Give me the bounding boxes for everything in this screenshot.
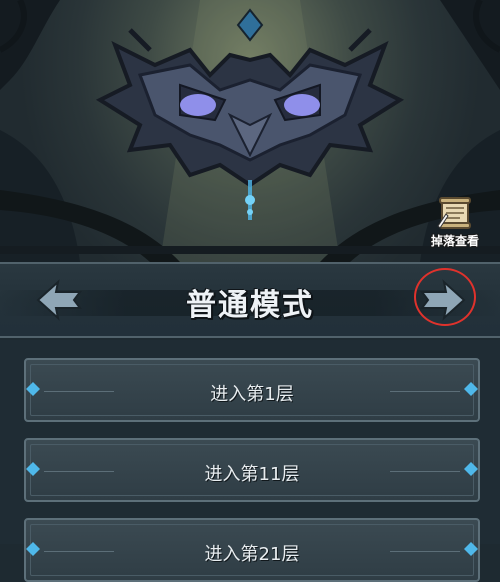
boss-scene: 掉落查看	[0, 0, 500, 262]
scroll-icon	[437, 197, 471, 229]
enter-floor-21-button[interactable]: 进入第21层	[24, 518, 480, 582]
enter-floor-11-button[interactable]: 进入第11层	[24, 438, 480, 502]
floor-label: 进入第11层	[204, 464, 300, 485]
boss-helmet	[95, 8, 405, 188]
enter-floor-1-button[interactable]: 进入第1层	[24, 358, 480, 422]
loot-view-label: 掉落查看	[430, 234, 479, 248]
floor-label: 进入第1层	[210, 384, 294, 405]
loot-view-button[interactable]: 掉落查看	[422, 196, 488, 252]
highlight-ring	[414, 268, 476, 326]
floor-list: 进入第1层 进入第11层 进入第21层	[0, 340, 500, 582]
